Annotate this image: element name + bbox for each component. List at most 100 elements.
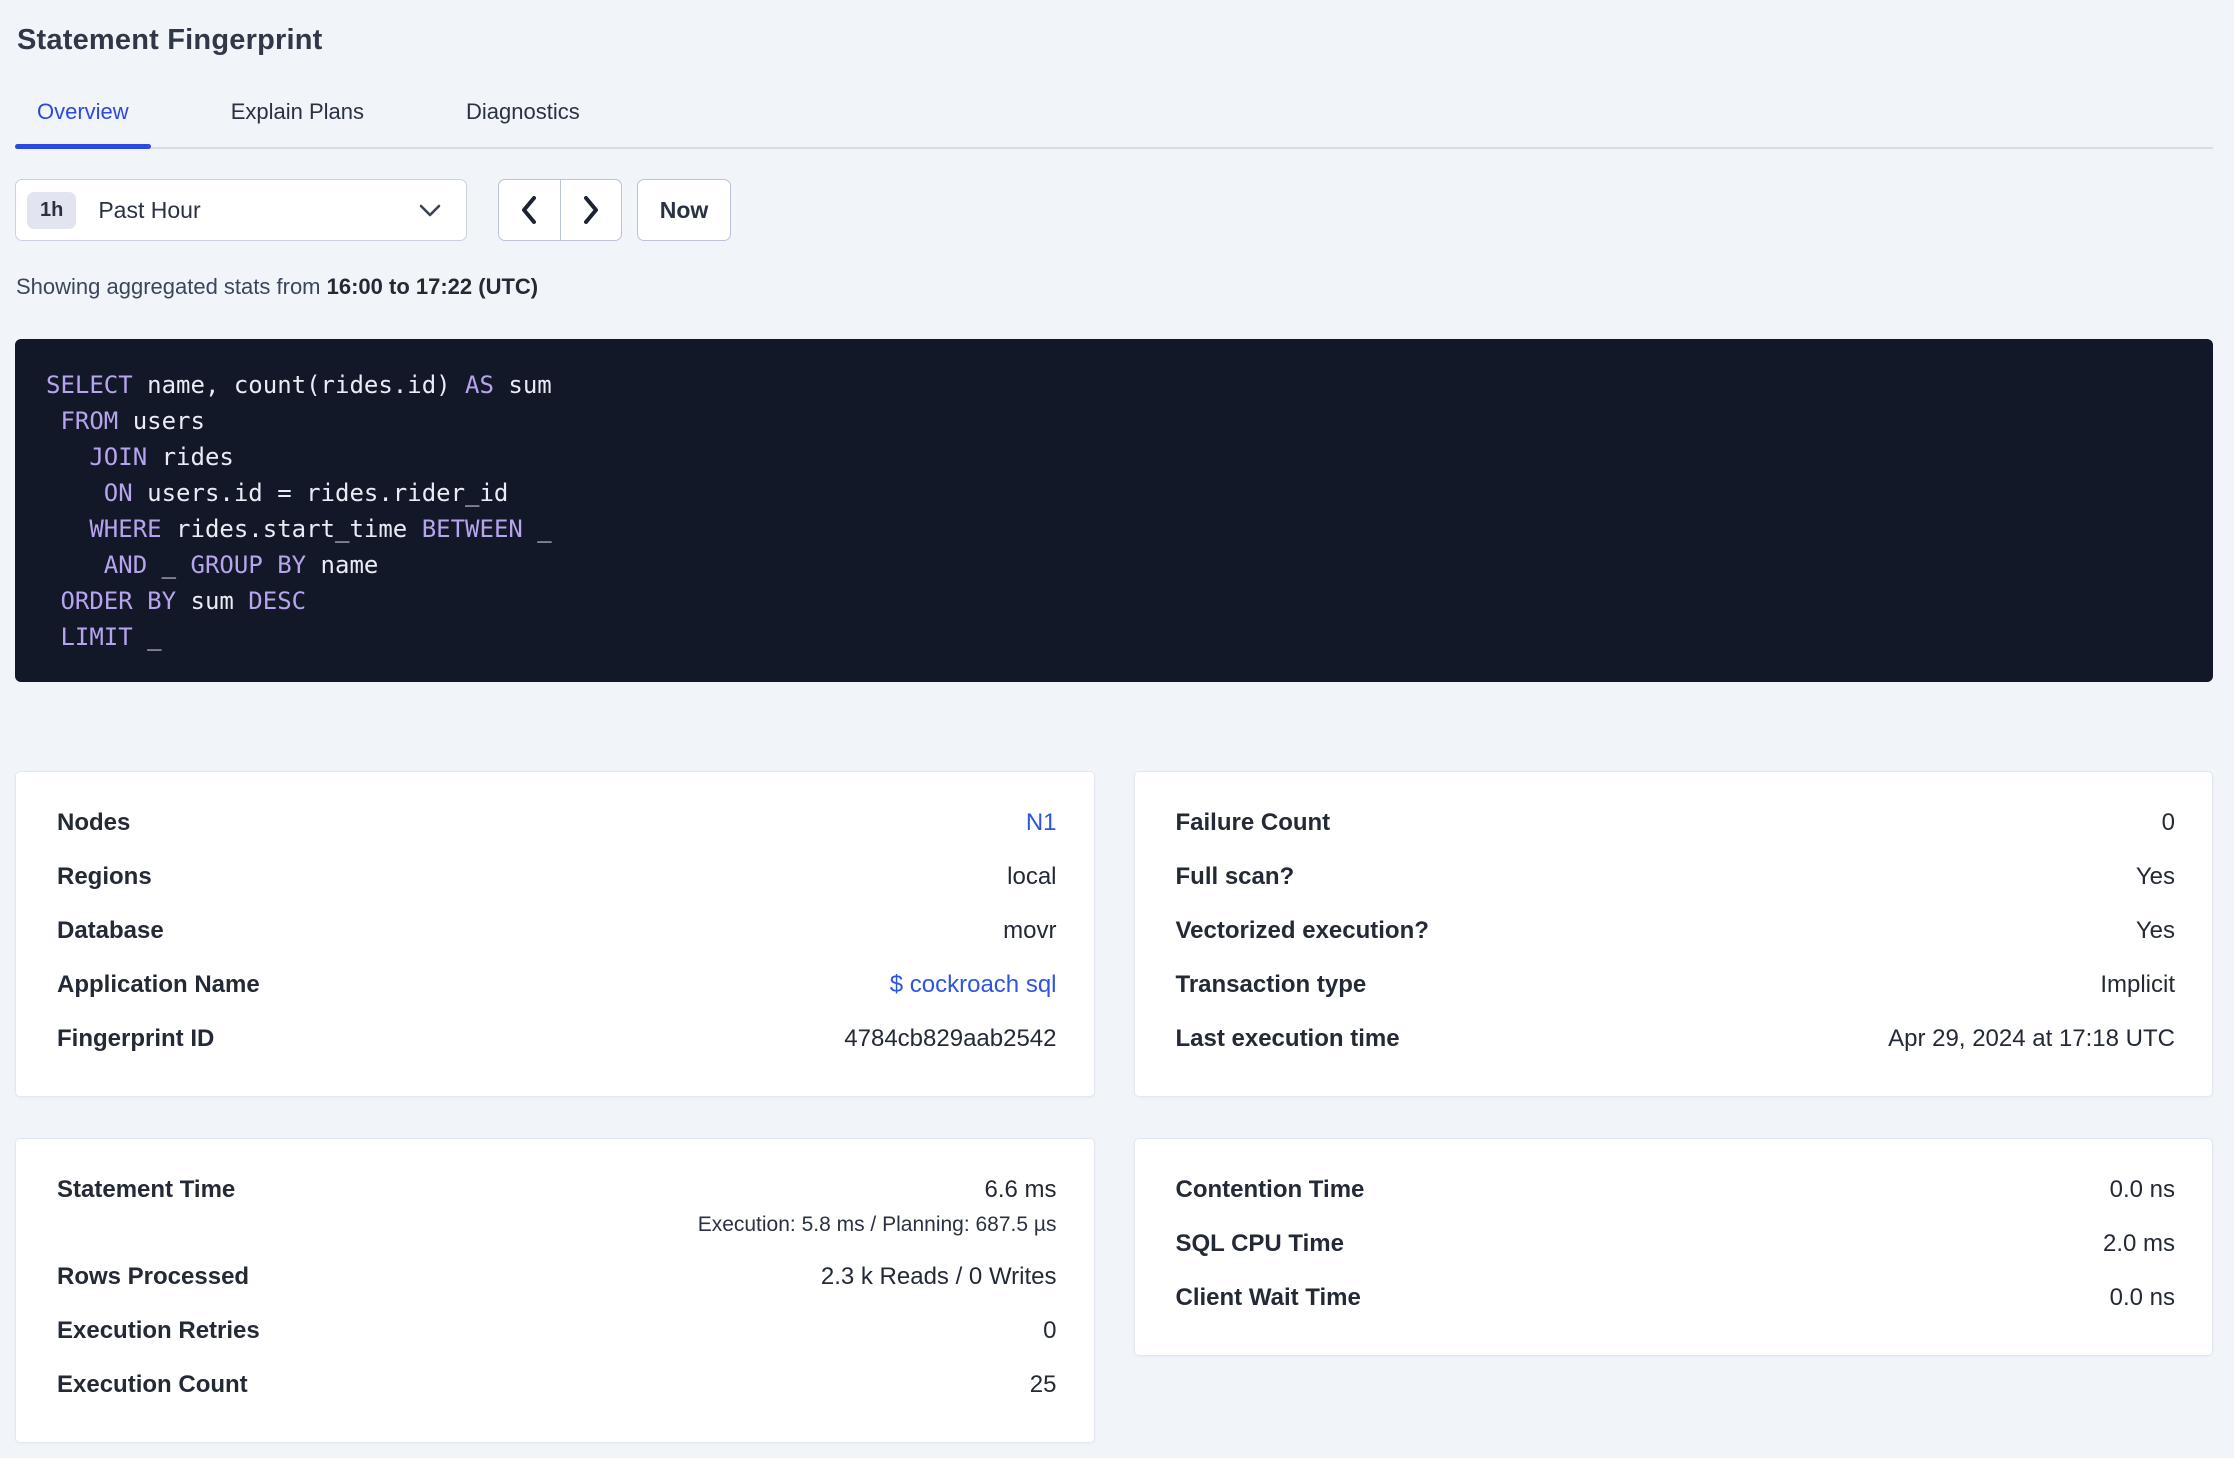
stat-label: Statement Time: [57, 1176, 236, 1203]
statement-fingerprint-page: Statement Fingerprint Overview Explain P…: [0, 0, 2234, 1443]
stat-label: SQL CPU Time: [1175, 1230, 1345, 1257]
stat-value-link[interactable]: $ cockroach sql: [890, 971, 1057, 999]
stat-value-group: 0: [1043, 1317, 1056, 1345]
page-title: Statement Fingerprint: [17, 24, 323, 56]
tab-bar: Overview Explain Plans Diagnostics: [15, 99, 2213, 149]
chevron-right-icon: [583, 196, 598, 224]
stat-label: Failure Count: [1175, 809, 1331, 836]
stat-value-group: 2.0 ms: [2103, 1230, 2175, 1258]
prev-interval-button[interactable]: [499, 180, 561, 240]
stat-label: Transaction type: [1175, 971, 1367, 998]
wait-time-card: Contention Time 0.0 ns SQL CPU Time 2.0 ms C…: [1133, 1138, 2213, 1356]
time-range-dropdown[interactable]: 1h Past Hour: [15, 179, 467, 241]
stat-value-group: 0: [2162, 809, 2175, 837]
time-range-badge: 1h: [27, 191, 77, 229]
chevron-down-icon: [419, 204, 441, 216]
stat-value: 2.0 ms: [2102, 1230, 2175, 1257]
stat-value: Yes: [2135, 863, 2175, 890]
stat-label: Database: [57, 917, 164, 944]
stat-row: Contention Time 0.0 ns: [1176, 1163, 2176, 1217]
stat-value-group: 4784cb829aab2542: [844, 1025, 1056, 1053]
stat-label: Full scan?: [1175, 863, 1295, 890]
sql-statement-block: SELECT name, count(rides.id) AS sum FROM…: [15, 339, 2213, 682]
stat-label: Execution Retries: [57, 1317, 260, 1344]
stat-label: Application Name: [57, 971, 260, 998]
stat-value: Apr 29, 2024 at 17:18 UTC: [1888, 1025, 2175, 1052]
tab-explain-plans-label: Explain Plans: [230, 99, 364, 124]
stat-value-group: N1: [1026, 809, 1057, 837]
stat-row: Database movr: [57, 904, 1057, 958]
stat-value-group: movr: [1003, 917, 1056, 945]
summary-cards-row: Nodes N1 Regions local Database movr Applicati…: [15, 771, 2213, 1097]
stat-row: Rows Processed 2.3 k Reads / 0 Writes: [57, 1250, 1057, 1304]
stat-row: Vectorized execution? Yes: [1176, 904, 2176, 958]
stat-value-group: 2.3 k Reads / 0 Writes: [821, 1263, 1057, 1291]
tab-overview-label: Overview: [37, 99, 129, 124]
stat-value-group: 6.6 ms Execution: 5.8 ms / Planning: 687.…: [698, 1176, 1057, 1237]
tab-diagnostics-label: Diagnostics: [466, 99, 580, 124]
stat-value-group: Implicit: [2100, 971, 2175, 999]
stat-value-link[interactable]: N1: [1026, 809, 1057, 837]
stat-row: Last execution time Apr 29, 2024 at 17:18…: [1176, 1012, 2176, 1066]
tab-explain-plans[interactable]: Explain Plans: [209, 99, 386, 147]
stat-label: Last execution time: [1175, 1025, 1400, 1052]
stat-label: Vectorized execution?: [1175, 917, 1429, 944]
stat-value: 6.6 ms: [984, 1176, 1057, 1203]
stat-row: Application Name $ cockroach sql: [57, 958, 1057, 1012]
stat-row: Execution Retries 0: [57, 1304, 1057, 1358]
time-toolbar: 1h Past Hour Now: [15, 179, 2213, 241]
stat-value: 0: [1043, 1317, 1057, 1344]
statement-time-card: Statement Time 6.6 ms Execution: 5.8 ms / …: [15, 1138, 1095, 1443]
stat-value: 4784cb829aab2542: [844, 1025, 1057, 1052]
stat-value-group: 25: [1030, 1371, 1057, 1399]
stat-value-group: Yes: [2136, 917, 2175, 945]
stat-value: 0: [2161, 809, 2175, 836]
stat-row: Client Wait Time 0.0 ns: [1176, 1271, 2176, 1325]
stat-value-group: local: [1007, 863, 1056, 891]
stat-row: Failure Count 0: [1176, 796, 2176, 850]
stat-row: Nodes N1: [57, 796, 1057, 850]
stat-value-group: Yes: [2136, 863, 2175, 891]
stat-row: Fingerprint ID 4784cb829aab2542: [57, 1012, 1057, 1066]
tab-overview[interactable]: Overview: [15, 99, 151, 149]
stat-value-group: $ cockroach sql: [890, 971, 1057, 999]
stat-label: Regions: [57, 863, 152, 890]
stat-label: Client Wait Time: [1175, 1284, 1361, 1311]
stat-row: Full scan? Yes: [1176, 850, 2176, 904]
stat-row: Execution Count 25: [57, 1358, 1057, 1412]
stat-value-group: 0.0 ns: [2110, 1284, 2175, 1312]
stat-value: movr: [1003, 917, 1057, 944]
now-button[interactable]: Now: [637, 179, 731, 241]
stat-value: local: [1007, 863, 1057, 890]
chevron-left-icon: [522, 196, 537, 224]
stat-value: 25: [1029, 1371, 1057, 1398]
stat-row: Transaction type Implicit: [1176, 958, 2176, 1012]
stat-value: 0.0 ns: [2109, 1176, 2175, 1203]
tab-diagnostics[interactable]: Diagnostics: [444, 99, 602, 147]
execution-attributes-card: Failure Count 0 Full scan? Yes Vectorized ex…: [1133, 771, 2213, 1097]
stat-label: Fingerprint ID: [57, 1025, 215, 1052]
stat-value: 0.0 ns: [2109, 1284, 2175, 1311]
aggregated-stats-range: 16:00 to 17:22 (UTC): [326, 274, 539, 299]
time-range-label: Past Hour: [98, 196, 201, 223]
timing-cards-row: Statement Time 6.6 ms Execution: 5.8 ms / …: [15, 1138, 2213, 1443]
stat-row: Regions local: [57, 850, 1057, 904]
stat-value: Implicit: [2100, 971, 2175, 998]
stat-label: Execution Count: [57, 1371, 248, 1398]
time-pager: [498, 179, 622, 241]
stat-row: SQL CPU Time 2.0 ms: [1176, 1217, 2176, 1271]
stat-label: Contention Time: [1175, 1176, 1365, 1203]
stat-value-group: Apr 29, 2024 at 17:18 UTC: [1888, 1025, 2175, 1053]
statement-details-card: Nodes N1 Regions local Database movr Applicati…: [15, 771, 1095, 1097]
sql-code: SELECT name, count(rides.id) AS sum FROM…: [46, 371, 552, 651]
stat-label: Nodes: [57, 809, 131, 836]
stat-row: Statement Time 6.6 ms Execution: 5.8 ms / …: [57, 1163, 1057, 1250]
stat-value-group: 0.0 ns: [2110, 1176, 2175, 1204]
aggregated-stats-text: Showing aggregated stats from 16:00 to 1…: [16, 274, 2213, 300]
stat-label: Rows Processed: [57, 1263, 250, 1290]
next-interval-button[interactable]: [561, 180, 622, 240]
stat-value: 2.3 k Reads / 0 Writes: [820, 1263, 1057, 1290]
stat-subvalue: Execution: 5.8 ms / Planning: 687.5 µs: [697, 1213, 1057, 1236]
stat-value: Yes: [2135, 917, 2175, 944]
aggregated-stats-prefix: Showing aggregated stats from: [16, 274, 327, 299]
